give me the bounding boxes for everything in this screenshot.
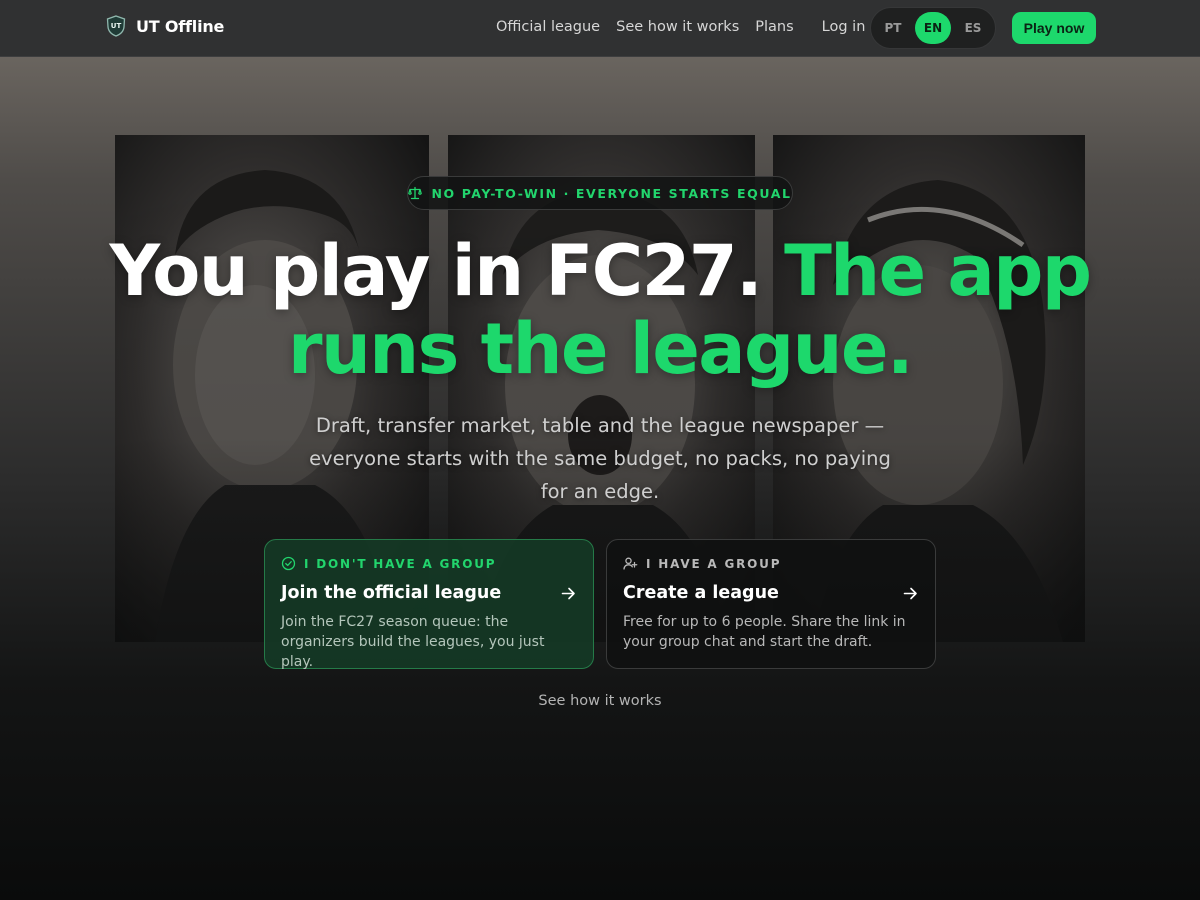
card-eyebrow-label: I HAVE A GROUP <box>646 556 782 571</box>
headline-green-part-2: runs the league. <box>287 308 914 390</box>
language-switcher: PT EN ES <box>870 7 996 49</box>
headline-green-part-1: The app <box>784 230 1092 312</box>
balance-scale-icon <box>408 186 423 200</box>
create-league-card[interactable]: I HAVE A GROUP Create a league Free for … <box>606 539 936 669</box>
hero-headline: You play in FC27. The app runs the leagu… <box>100 232 1100 388</box>
play-now-button[interactable]: Play now <box>1012 12 1096 44</box>
nav-plans-link[interactable]: Plans <box>755 19 793 35</box>
no-pay-to-win-badge: NO PAY-TO-WIN · EVERYONE STARTS EQUAL <box>407 176 793 210</box>
nav-login-link[interactable]: Log in <box>822 19 866 35</box>
svg-text:UT: UT <box>111 22 122 30</box>
hero-subtitle: Draft, transfer market, table and the le… <box>309 414 891 503</box>
check-circle-icon <box>281 556 296 571</box>
shield-logo-icon: UT <box>106 15 126 37</box>
card-title: Create a league <box>623 583 779 603</box>
card-eyebrow: I DON'T HAVE A GROUP <box>281 556 577 571</box>
join-official-league-card[interactable]: I DON'T HAVE A GROUP Join the official l… <box>264 539 594 670</box>
see-how-it-works-link[interactable]: See how it works <box>450 693 750 709</box>
arrow-right-icon <box>903 587 917 599</box>
headline-white-part: You play in FC27. <box>109 230 763 312</box>
card-description: Free for up to 6 people. Share the link … <box>623 614 906 650</box>
badge-text: NO PAY-TO-WIN · EVERYONE STARTS EQUAL <box>431 185 792 201</box>
user-plus-icon <box>623 557 638 570</box>
language-option-es[interactable]: ES <box>955 12 991 44</box>
arrow-right-icon <box>561 587 575 599</box>
brand-home-link[interactable]: UT UT Offline <box>106 15 224 37</box>
card-eyebrow: I HAVE A GROUP <box>623 556 919 571</box>
card-description: Join the FC27 season queue: the organize… <box>281 614 545 670</box>
card-title: Join the official league <box>281 583 502 603</box>
card-eyebrow-label: I DON'T HAVE A GROUP <box>304 556 497 571</box>
top-navigation-bar: UT UT Offline Official league See how it… <box>0 0 1200 57</box>
language-option-pt[interactable]: PT <box>875 12 911 44</box>
nav-official-league-link[interactable]: Official league <box>496 19 600 35</box>
main-nav: Official league See how it works Plans L… <box>496 19 881 35</box>
brand-name: UT Offline <box>136 16 225 36</box>
nav-how-it-works-link[interactable]: See how it works <box>616 19 739 35</box>
language-option-en[interactable]: EN <box>915 12 951 44</box>
